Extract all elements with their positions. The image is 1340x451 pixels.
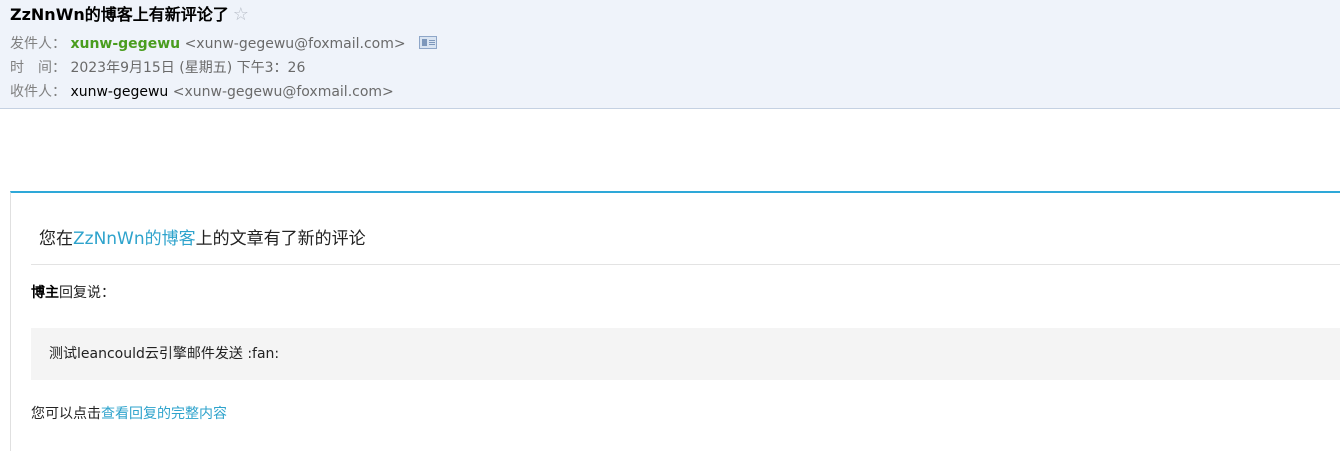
time-value: 2023年9月15日 (星期五) 下午3：26	[70, 60, 306, 76]
sender-name[interactable]: xunw-gegewu	[70, 36, 180, 52]
footer-line: 您可以点击查看回复的完整内容	[31, 404, 227, 424]
quote-text: 测试leancould云引擎邮件发送 :fan:	[49, 346, 280, 362]
mail-header: ZzNnWn的博客上有新评论了 ☆ 发件人： xunw-gegewu <xunw-…	[0, 0, 1340, 109]
divider	[31, 264, 1340, 265]
recipient-address[interactable]: <xunw-gegewu@foxmail.com>	[173, 84, 394, 100]
sender-address[interactable]: <xunw-gegewu@foxmail.com>	[185, 36, 406, 52]
to-label: 收件人：	[10, 84, 66, 100]
recipient-name[interactable]: xunw-gegewu	[70, 84, 168, 100]
reply-line: 博主回复说：	[31, 283, 115, 303]
subject-text: ZzNnWn的博客上有新评论了	[10, 5, 229, 24]
mail-body: 您在ZzNnWn的博客上的文章有了新的评论 博主回复说： 测试leancould…	[10, 191, 1340, 451]
star-icon[interactable]: ☆	[233, 4, 249, 26]
reply-author: 博主	[31, 285, 59, 301]
footer-prefix: 您可以点击	[31, 406, 101, 422]
quote-box: 测试leancould云引擎邮件发送 :fan:	[31, 328, 1340, 380]
from-label: 发件人：	[10, 36, 66, 52]
mail-subject: ZzNnWn的博客上有新评论了 ☆	[10, 4, 249, 26]
time-row: 时 间： 2023年9月15日 (星期五) 下午3：26	[10, 58, 305, 78]
intro-line: 您在ZzNnWn的博客上的文章有了新的评论	[39, 228, 366, 250]
contact-card-icon[interactable]	[419, 36, 438, 49]
view-full-reply-link[interactable]: 查看回复的完整内容	[101, 406, 227, 422]
reply-suffix: 回复说：	[59, 285, 115, 301]
intro-prefix: 您在	[39, 229, 73, 249]
time-label: 时 间：	[10, 60, 66, 76]
to-row: 收件人： xunw-gegewu <xunw-gegewu@foxmail.co…	[10, 82, 394, 102]
from-row: 发件人： xunw-gegewu <xunw-gegewu@foxmail.co…	[10, 34, 438, 54]
intro-suffix: 上的文章有了新的评论	[195, 229, 366, 249]
blog-link[interactable]: ZzNnWn的博客	[73, 229, 196, 249]
